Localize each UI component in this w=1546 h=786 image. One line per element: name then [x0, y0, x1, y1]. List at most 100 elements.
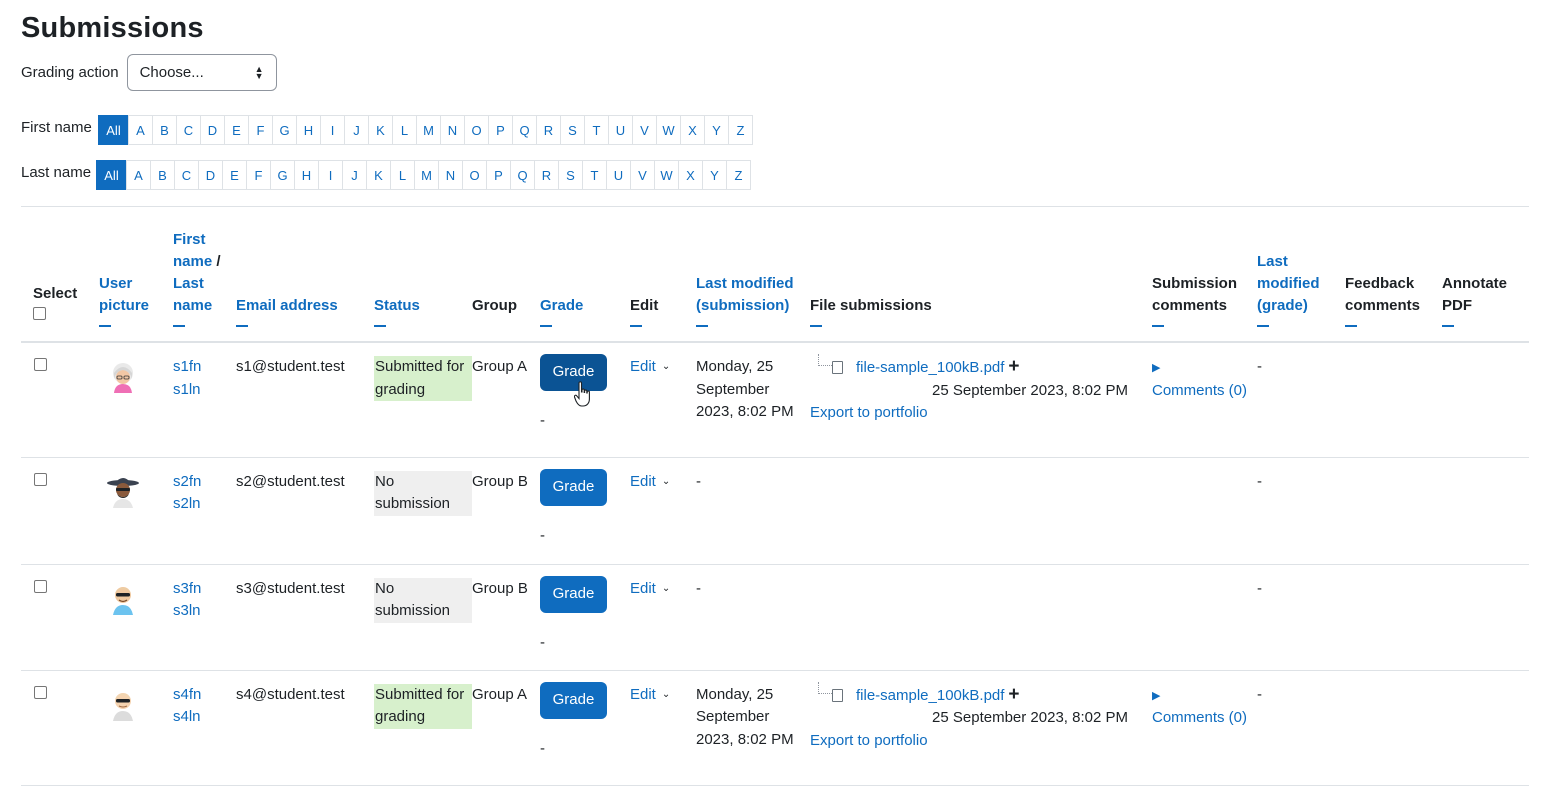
last-initial-a[interactable]: A — [126, 160, 151, 190]
last-initial-x[interactable]: X — [678, 160, 703, 190]
last-initial-d[interactable]: D — [198, 160, 223, 190]
first-initial-c[interactable]: C — [176, 115, 201, 145]
last-initial-w[interactable]: W — [654, 160, 679, 190]
row-checkbox[interactable] — [34, 358, 47, 371]
last-initial-h[interactable]: H — [294, 160, 319, 190]
first-initial-all[interactable]: All — [98, 115, 129, 145]
first-initial-q[interactable]: Q — [512, 115, 537, 145]
first-initial-a[interactable]: A — [128, 115, 153, 145]
row-checkbox[interactable] — [34, 685, 47, 699]
first-initial-l[interactable]: L — [392, 115, 417, 145]
export-to-portfolio-link[interactable]: Export to portfolio — [810, 732, 928, 749]
first-initial-t[interactable]: T — [584, 115, 609, 145]
first-initial-e[interactable]: E — [224, 115, 249, 145]
last-name-link[interactable]: s3ln — [173, 602, 201, 619]
first-initial-i[interactable]: I — [320, 115, 345, 145]
grade-button[interactable]: Grade — [540, 681, 607, 719]
grading-action-select[interactable]: Choose... ▲ ▼ — [126, 54, 277, 91]
last-initial-r[interactable]: R — [534, 160, 559, 190]
first-initial-m[interactable]: M — [416, 115, 441, 145]
last-name-sort-link[interactable]: Last name — [173, 275, 212, 314]
first-initial-n[interactable]: N — [440, 115, 465, 145]
first-initial-w[interactable]: W — [656, 115, 681, 145]
last-modified-submission-sort-link[interactable]: Last modified (submission) — [696, 275, 794, 314]
first-initial-p[interactable]: P — [488, 115, 513, 145]
last-initial-n[interactable]: N — [438, 160, 463, 190]
first-initial-y[interactable]: Y — [704, 115, 729, 145]
grade-sort-link[interactable]: Grade — [540, 297, 583, 314]
last-initial-j[interactable]: J — [342, 160, 367, 190]
last-initial-k[interactable]: K — [366, 160, 391, 190]
col-status[interactable]: Status — [374, 207, 472, 343]
first-initial-h[interactable]: H — [296, 115, 321, 145]
first-initial-x[interactable]: X — [680, 115, 705, 145]
row-checkbox[interactable] — [34, 579, 47, 593]
last-initial-l[interactable]: L — [390, 160, 415, 190]
last-name-link[interactable]: s4ln — [173, 708, 201, 725]
caret-right-icon[interactable]: ▶ — [1152, 362, 1160, 374]
last-initial-m[interactable]: M — [414, 160, 439, 190]
row-checkbox[interactable] — [34, 472, 47, 486]
status-sort-link[interactable]: Status — [374, 297, 420, 314]
last-initial-u[interactable]: U — [606, 160, 631, 190]
user-picture-sort-link[interactable]: User picture — [99, 275, 149, 314]
caret-right-icon[interactable]: ▶ — [1152, 690, 1160, 702]
comments-link[interactable]: Comments (0) — [1152, 382, 1247, 399]
export-to-portfolio-link[interactable]: Export to portfolio — [810, 404, 928, 421]
last-modified-grade-sort-link[interactable]: Last modified (grade) — [1257, 253, 1320, 314]
col-last-modified-submission[interactable]: Last modified (submission) — [696, 207, 810, 343]
user-picture-cell[interactable] — [99, 670, 173, 786]
edit-menu[interactable]: Edit ⌄ — [630, 473, 670, 490]
first-initial-r[interactable]: R — [536, 115, 561, 145]
grade-button[interactable]: Grade — [540, 468, 607, 506]
last-initial-y[interactable]: Y — [702, 160, 727, 190]
first-initial-o[interactable]: O — [464, 115, 489, 145]
first-initial-g[interactable]: G — [272, 115, 297, 145]
first-name-link[interactable]: s4fn — [173, 686, 201, 703]
last-initial-z[interactable]: Z — [726, 160, 751, 190]
last-initial-c[interactable]: C — [174, 160, 199, 190]
col-user-picture[interactable]: User picture — [99, 207, 173, 343]
last-initial-o[interactable]: O — [462, 160, 487, 190]
email-sort-link[interactable]: Email address — [236, 297, 338, 314]
first-initial-f[interactable]: F — [248, 115, 273, 145]
last-name-link[interactable]: s2ln — [173, 495, 201, 512]
last-initial-e[interactable]: E — [222, 160, 247, 190]
col-email[interactable]: Email address — [236, 207, 374, 343]
col-last-modified-grade[interactable]: Last modified (grade) — [1257, 207, 1345, 343]
grade-button[interactable]: Grade — [540, 575, 607, 613]
file-link[interactable]: file-sample_100kB.pdf — [856, 359, 1004, 376]
last-initial-s[interactable]: S — [558, 160, 583, 190]
edit-menu[interactable]: Edit ⌄ — [630, 686, 670, 703]
plus-icon[interactable]: + — [1008, 356, 1019, 377]
user-picture-cell[interactable] — [99, 564, 173, 671]
first-name-sort-link[interactable]: First name — [173, 231, 212, 270]
last-initial-g[interactable]: G — [270, 160, 295, 190]
last-name-link[interactable]: s1ln — [173, 381, 201, 398]
first-initial-d[interactable]: D — [200, 115, 225, 145]
first-name-link[interactable]: s2fn — [173, 473, 201, 490]
first-initial-z[interactable]: Z — [728, 115, 753, 145]
last-initial-p[interactable]: P — [486, 160, 511, 190]
last-initial-f[interactable]: F — [246, 160, 271, 190]
select-all-checkbox[interactable] — [33, 307, 46, 320]
last-initial-v[interactable]: V — [630, 160, 655, 190]
plus-icon[interactable]: + — [1008, 684, 1019, 705]
first-name-link[interactable]: s1fn — [173, 358, 201, 375]
first-initial-b[interactable]: B — [152, 115, 177, 145]
last-initial-t[interactable]: T — [582, 160, 607, 190]
comments-link[interactable]: Comments (0) — [1152, 709, 1247, 726]
last-initial-all[interactable]: All — [96, 160, 127, 190]
first-initial-j[interactable]: J — [344, 115, 369, 145]
first-name-link[interactable]: s3fn — [173, 580, 201, 597]
edit-menu[interactable]: Edit ⌄ — [630, 580, 670, 597]
last-initial-i[interactable]: I — [318, 160, 343, 190]
user-picture-cell[interactable] — [99, 342, 173, 458]
last-initial-q[interactable]: Q — [510, 160, 535, 190]
col-grade[interactable]: Grade — [540, 207, 630, 343]
user-picture-cell[interactable] — [99, 457, 173, 565]
first-initial-s[interactable]: S — [560, 115, 585, 145]
first-initial-u[interactable]: U — [608, 115, 633, 145]
file-link[interactable]: file-sample_100kB.pdf — [856, 687, 1004, 704]
first-initial-v[interactable]: V — [632, 115, 657, 145]
